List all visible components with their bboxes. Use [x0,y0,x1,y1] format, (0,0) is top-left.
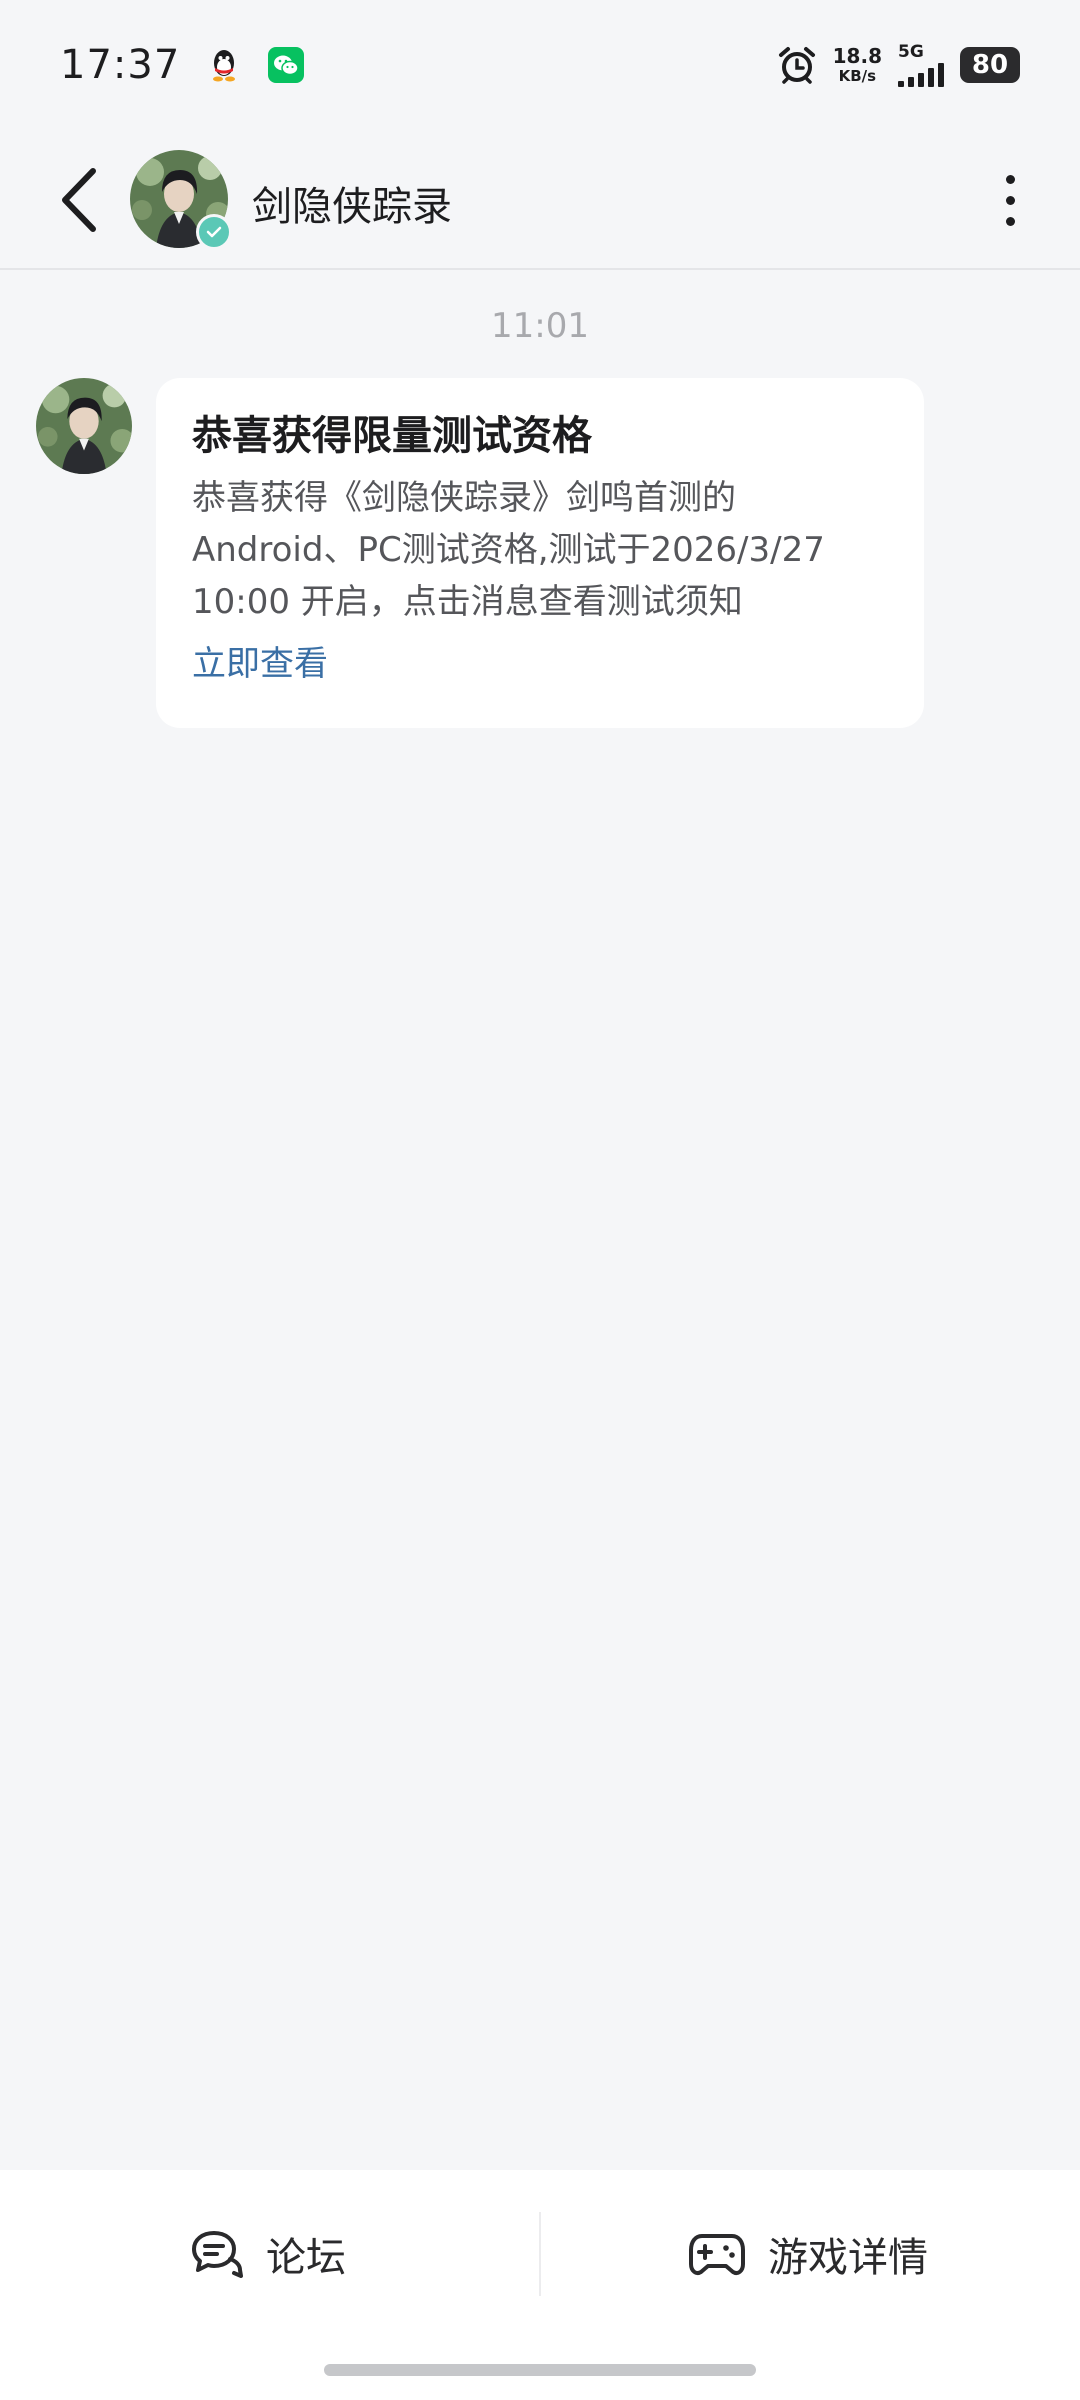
net-speed: 18.8 KB/s [832,44,882,85]
message-body: 恭喜获得《剑隐侠踪录》剑鸣首测的 Android、PC测试资格,测试于2026/… [192,478,825,622]
battery-icon: 80 [960,47,1028,83]
chat-header: 剑隐侠踪录 [0,130,1080,270]
sender-avatar[interactable] [36,378,132,474]
wechat-icon [268,47,305,83]
gamepad-icon [688,2230,746,2278]
qq-icon [206,47,242,83]
status-bar: 17:37 18.8 KB/s 5G 80 [0,0,1080,130]
message-card[interactable]: 恭喜获得限量测试资格 恭喜获得《剑隐侠踪录》剑鸣首测的 Android、PC测试… [156,378,924,728]
back-button[interactable] [44,162,114,238]
bottom-divider [539,2212,541,2296]
home-indicator[interactable] [324,2364,756,2376]
game-detail-button[interactable]: 游戏详情 [688,2206,928,2302]
alarm-icon [777,45,817,85]
message-timestamp: 11:01 [491,306,589,346]
verified-badge-icon [196,214,232,250]
game-detail-label: 游戏详情 [768,2235,928,2281]
back-arrow-icon [62,168,96,232]
chat-screen: 17:37 18.8 KB/s 5G 80 剑隐侠踪录 11:01 恭喜获得限量… [0,0,1080,2400]
more-button[interactable] [980,164,1040,236]
forum-button[interactable]: 论坛 [190,2206,346,2302]
forum-label: 论坛 [266,2235,346,2281]
chat-title: 剑隐侠踪录 [252,184,452,230]
status-time: 17:37 [60,42,181,88]
view-now-link[interactable]: 立即查看 [192,644,888,685]
battery-level: 80 [971,50,1009,80]
signal-icon: 5G [898,43,944,87]
more-icon [1005,174,1015,226]
header-avatar[interactable] [130,150,232,250]
forum-icon [190,2229,244,2279]
message-title: 恭喜获得限量测试资格 [192,413,592,459]
